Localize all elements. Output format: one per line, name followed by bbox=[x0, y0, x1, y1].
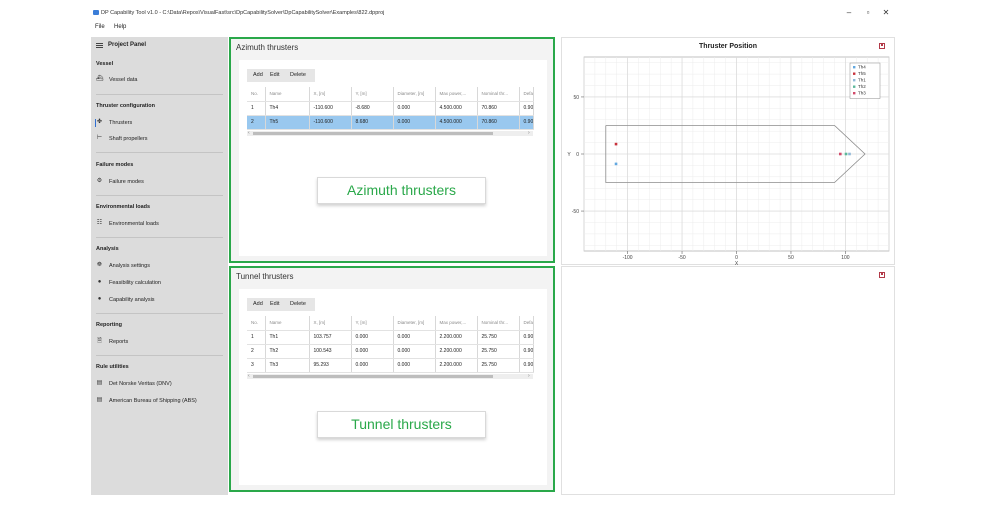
sidebar-item-abs[interactable]: ▤ American Bureau of Shipping (ABS) bbox=[96, 396, 221, 406]
title-bar: DP Capability Tool v1.0 - C:\Data\Repos\… bbox=[91, 6, 895, 20]
sidebar-item-label: Reports bbox=[109, 339, 129, 345]
sidebar-item-label: Analysis settings bbox=[109, 263, 150, 269]
section-environmental-loads: Environmental loads bbox=[96, 204, 151, 210]
sidebar-item-capability-analysis[interactable]: ● Capability analysis bbox=[96, 295, 221, 305]
x-tick-label: -50 bbox=[678, 255, 685, 261]
sidebar-item-label: Feasibility calculation bbox=[109, 280, 161, 286]
thruster-position-panel: Thruster Position -100 -50 0 50 100 -50 0 50 X Y T… bbox=[561, 37, 895, 266]
legend-marker bbox=[853, 66, 856, 69]
legend-marker bbox=[853, 79, 856, 82]
maximize-button[interactable]: ▫ bbox=[861, 8, 875, 18]
sidebar-item-label: Thrusters bbox=[109, 120, 133, 126]
legend-label: Th2 bbox=[858, 84, 866, 89]
thruster-position-chart: -100 -50 0 50 100-50050XYTh4Th5Th1Th2Th3 bbox=[567, 56, 890, 266]
sidebar-item-failure-modes[interactable]: ⚙ Failure modes bbox=[96, 177, 221, 187]
save-icon[interactable] bbox=[879, 272, 885, 278]
window-title: DP Capability Tool v1.0 - C:\Data\Repos\… bbox=[101, 10, 385, 16]
hamburger-icon[interactable] bbox=[96, 43, 103, 48]
section-rule-utilities: Rule utilities bbox=[96, 364, 129, 370]
sidebar-item-label: Capability analysis bbox=[109, 297, 155, 303]
settings-icon: ☸ bbox=[96, 262, 103, 268]
shaft-icon: ⊢ bbox=[96, 135, 103, 141]
highlight-frame bbox=[229, 37, 555, 263]
app-window: DP Capability Tool v1.0 - C:\Data\Repos\… bbox=[91, 6, 895, 495]
sidebar-item-vessel-data[interactable]: ⛴ Vessel data bbox=[96, 75, 221, 85]
sidebar-item-label: Det Norske Veritas (DNV) bbox=[109, 381, 172, 387]
legend-marker bbox=[853, 72, 856, 75]
x-tick-label: 50 bbox=[788, 255, 794, 261]
legend-label: Th5 bbox=[858, 71, 866, 76]
menu-file[interactable]: File bbox=[95, 24, 105, 30]
sidebar-item-analysis-settings[interactable]: ☸ Analysis settings bbox=[96, 261, 221, 271]
secondary-plot-panel bbox=[561, 266, 895, 495]
legend-label: Th3 bbox=[858, 91, 866, 96]
divider bbox=[96, 152, 223, 153]
divider bbox=[96, 195, 223, 196]
section-thruster-configuration: Thruster configuration bbox=[96, 103, 155, 109]
document-icon: ▤ bbox=[96, 380, 103, 386]
divider bbox=[96, 94, 223, 95]
data-point-th5 bbox=[614, 142, 618, 146]
highlight-frame bbox=[229, 266, 555, 492]
data-point-th3 bbox=[839, 152, 842, 156]
sidebar-item-reports[interactable]: 🗎 Reports bbox=[96, 337, 221, 347]
section-failure-modes: Failure modes bbox=[96, 162, 134, 168]
legend-label: Th1 bbox=[858, 78, 866, 83]
sidebar-item-label: Vessel data bbox=[109, 77, 138, 83]
grid-icon: ☷ bbox=[96, 220, 103, 226]
y-tick-label: 50 bbox=[573, 95, 579, 101]
capability-icon: ● bbox=[97, 296, 102, 302]
document-icon: ▤ bbox=[96, 397, 103, 403]
minimize-button[interactable]: – bbox=[842, 8, 856, 18]
y-axis-label: Y bbox=[567, 152, 571, 158]
calculation-icon: ● bbox=[97, 279, 102, 285]
report-icon: 🗎 bbox=[97, 338, 102, 344]
legend-marker bbox=[853, 85, 856, 88]
close-button[interactable]: ✕ bbox=[879, 8, 893, 18]
divider bbox=[96, 313, 223, 314]
sidebar-item-feasibility-calculation[interactable]: ● Feasibility calculation bbox=[96, 278, 221, 288]
sidebar-item-label: Environmental loads bbox=[109, 221, 159, 227]
failure-icon: ⚙ bbox=[96, 178, 103, 184]
x-tick-label: 100 bbox=[841, 255, 850, 261]
data-point-th4 bbox=[614, 162, 618, 166]
sidebar-item-environmental-loads[interactable]: ☷ Environmental loads bbox=[96, 219, 221, 229]
project-panel: Project Panel Vessel ⛴ Vessel data Thrus… bbox=[91, 37, 228, 495]
ship-icon: ⛴ bbox=[96, 76, 104, 82]
divider bbox=[96, 237, 223, 238]
menu-help[interactable]: Help bbox=[114, 24, 126, 30]
sidebar-item-label: American Bureau of Shipping (ABS) bbox=[109, 398, 197, 404]
y-tick-label: -50 bbox=[572, 209, 579, 215]
section-vessel: Vessel bbox=[96, 61, 114, 67]
y-tick-label: 0 bbox=[576, 152, 579, 158]
project-panel-title: Project Panel bbox=[108, 42, 147, 48]
section-analysis: Analysis bbox=[96, 246, 119, 252]
sidebar-item-thrusters[interactable]: ✤ Thrusters bbox=[95, 118, 221, 128]
sidebar-item-label: Shaft propellers bbox=[109, 136, 148, 142]
sidebar-item-shaft-propellers[interactable]: ⊢ Shaft propellers bbox=[96, 134, 221, 144]
propeller-icon: ✤ bbox=[96, 119, 103, 125]
legend-label: Th4 bbox=[858, 65, 866, 70]
app-icon bbox=[93, 10, 99, 15]
x-tick-label: -100 bbox=[623, 255, 633, 261]
section-reporting: Reporting bbox=[96, 322, 122, 328]
divider bbox=[96, 355, 223, 356]
sidebar-item-dnv[interactable]: ▤ Det Norske Veritas (DNV) bbox=[96, 379, 221, 389]
sidebar-item-label: Failure modes bbox=[109, 179, 144, 185]
data-point-th2 bbox=[844, 152, 848, 156]
data-point-th1 bbox=[848, 152, 851, 156]
legend-marker bbox=[853, 92, 856, 95]
